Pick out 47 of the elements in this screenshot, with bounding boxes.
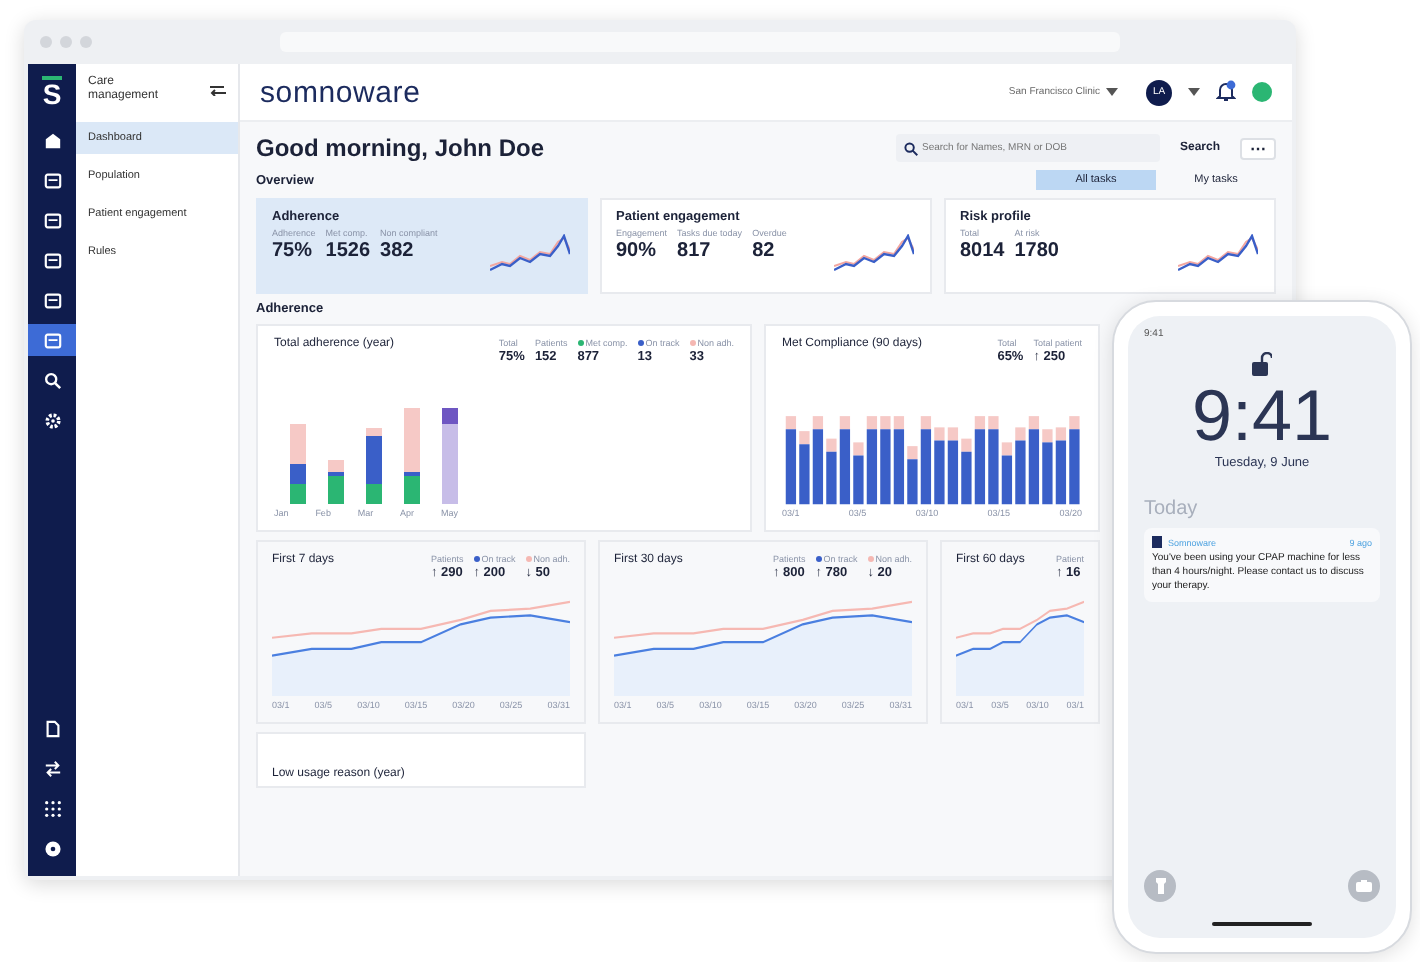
bar: [442, 408, 458, 504]
lock-clock: 9:41: [1191, 376, 1333, 456]
flashlight-icon: [1155, 878, 1165, 894]
stat-value: 1526: [325, 240, 371, 262]
status-dot-icon: [1252, 82, 1272, 102]
swap-arrows-icon: [43, 759, 61, 777]
bell-icon[interactable]: [1216, 80, 1236, 104]
panel-icon: [43, 291, 61, 309]
stat-value: 75%: [272, 240, 315, 262]
app-logo: S: [42, 76, 62, 108]
grid-icon: [43, 799, 61, 817]
app-icon: [1152, 536, 1162, 548]
window-dot-icon: [60, 36, 72, 48]
padlock-icon: [1252, 352, 1272, 376]
settings-icon: [43, 411, 61, 429]
caret-icon: [1106, 88, 1118, 96]
house-icon: [43, 131, 61, 149]
search-icon: [43, 371, 61, 389]
section-heading: Today: [1144, 498, 1198, 520]
caret-icon[interactable]: [1188, 88, 1200, 96]
stat-value: 82: [752, 240, 777, 262]
stat-value: 1780: [1014, 240, 1059, 262]
home-indicator: [1212, 922, 1312, 926]
brand-logo: somnoware: [260, 75, 421, 109]
stat-value: 817: [677, 240, 713, 262]
window-dot-icon: [40, 36, 52, 48]
bar: [404, 408, 420, 504]
panel-icon: [43, 211, 61, 229]
more-button[interactable]: ⋯: [1240, 137, 1276, 159]
sparkline-drawing: [1178, 234, 1258, 274]
sparkline-drawing: [490, 234, 570, 274]
camera-icon: [1356, 880, 1372, 892]
document-icon: [43, 719, 61, 737]
panel-icon: [43, 171, 61, 189]
stat-value: 90%: [616, 240, 659, 262]
stat-value: 382: [380, 240, 416, 262]
sparkline-drawing: [834, 234, 914, 274]
bar: [366, 428, 382, 504]
window-dot-icon: [80, 36, 92, 48]
collapse-icon[interactable]: [210, 84, 226, 96]
bar: [328, 460, 344, 504]
panel-icon: [43, 331, 61, 349]
panel-icon: [43, 251, 61, 269]
bar: [290, 424, 306, 504]
greeting-heading: Good morning, John Doe: [256, 134, 546, 162]
help-icon: [43, 839, 61, 857]
stat-value: 8014: [960, 240, 1005, 262]
